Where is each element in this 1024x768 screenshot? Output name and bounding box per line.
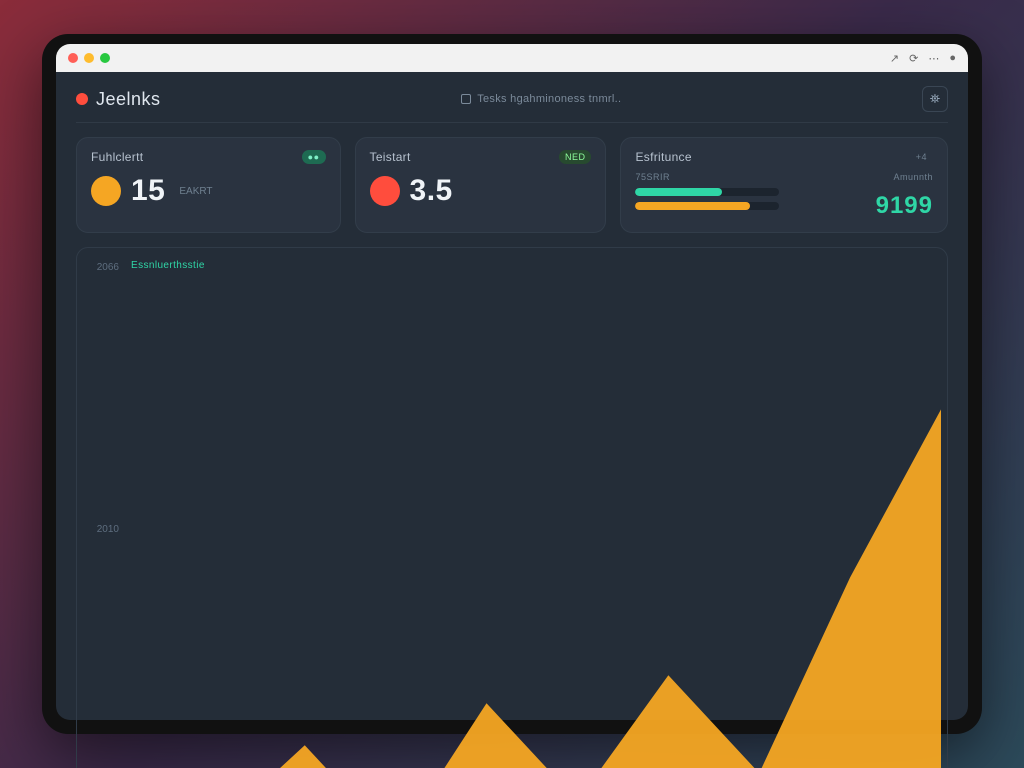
- sys-icon-3[interactable]: ⋯: [928, 52, 939, 65]
- y-tick: 2010: [87, 524, 119, 535]
- titlebar-system-icons: ↗ ⟳ ⋯ ●: [890, 52, 956, 65]
- metric-card-1-title: Fuhlclertt: [91, 150, 326, 164]
- metric-card-3-title: Esfritunce: [635, 150, 933, 164]
- app-header: Jeelnks Tesks hgahminoness tnmrl.. ⛯: [76, 86, 948, 123]
- metric-card-3[interactable]: Esfritunce +4 75SRIR Amunnth 919: [620, 137, 948, 233]
- chart-series-label: Essnluerthsstie: [131, 260, 205, 271]
- metric-card-3-left-label: 75SRIR: [635, 172, 779, 182]
- window-titlebar: ↗ ⟳ ⋯ ●: [56, 44, 968, 72]
- chart-area-orange: [123, 409, 941, 768]
- zoom-traffic-light[interactable]: [100, 53, 110, 63]
- close-traffic-light[interactable]: [68, 53, 78, 63]
- metric-card-1-badge: ●●: [302, 150, 326, 164]
- top-metric-row: Fuhlclertt ●● 15 EAKRT Teistart NED 3.5: [76, 137, 948, 233]
- chart-plot-area[interactable]: Essnluerthsstie wrim hrore 10ma 1tub 1li…: [123, 258, 941, 768]
- chart-svg: [123, 258, 941, 768]
- header-subtitle-text: Tesks hgahminoness tnmrl..: [477, 93, 621, 105]
- header-subtitle: Tesks hgahminoness tnmrl..: [461, 93, 621, 105]
- metric-card-2-dot-icon: [370, 176, 400, 206]
- metric-card-2[interactable]: Teistart NED 3.5: [355, 137, 607, 233]
- user-menu-button[interactable]: ⛯: [922, 86, 948, 112]
- metric-card-1-value: 15: [131, 174, 165, 208]
- device-frame: ↗ ⟳ ⋯ ● Jeelnks Tesks hgahminoness tnmrl…: [42, 34, 982, 734]
- sys-icon-1[interactable]: ↗: [890, 52, 899, 65]
- metric-card-3-badge: +4: [910, 150, 933, 164]
- metric-card-2-value: 3.5: [410, 174, 453, 208]
- user-icon: ⛯: [930, 91, 940, 107]
- sys-icon-4[interactable]: ●: [949, 52, 956, 65]
- traffic-lights: [68, 53, 110, 63]
- metric-card-1-dot-icon: [91, 176, 121, 206]
- brand-name: Jeelnks: [96, 89, 161, 110]
- main-chart: 2066 2010 00 91 Essnluerthsstie wrim hro…: [76, 247, 948, 768]
- metric-card-2-badge: NED: [559, 150, 592, 164]
- y-tick: 2066: [87, 262, 119, 273]
- brand-dot-icon: [76, 93, 88, 105]
- metric-card-3-bar2: [635, 202, 779, 210]
- metric-card-1-sub: EAKRT: [179, 186, 212, 197]
- app-root: Jeelnks Tesks hgahminoness tnmrl.. ⛯ Fuh…: [56, 72, 968, 720]
- header-actions: ⛯: [922, 86, 948, 112]
- chart-y-axis: 2066 2010 00 91: [83, 258, 123, 768]
- metric-card-3-bar1: [635, 188, 779, 196]
- sys-icon-2[interactable]: ⟳: [909, 52, 918, 65]
- metric-card-1[interactable]: Fuhlclertt ●● 15 EAKRT: [76, 137, 341, 233]
- minimize-traffic-light[interactable]: [84, 53, 94, 63]
- metric-card-3-value: 9199: [789, 192, 933, 220]
- doc-icon: [461, 94, 471, 104]
- metric-card-3-right-label: Amunnth: [789, 172, 933, 182]
- metric-card-3-bar1-fill: [635, 188, 721, 196]
- metric-card-3-bar2-fill: [635, 202, 750, 210]
- brand[interactable]: Jeelnks: [76, 89, 161, 110]
